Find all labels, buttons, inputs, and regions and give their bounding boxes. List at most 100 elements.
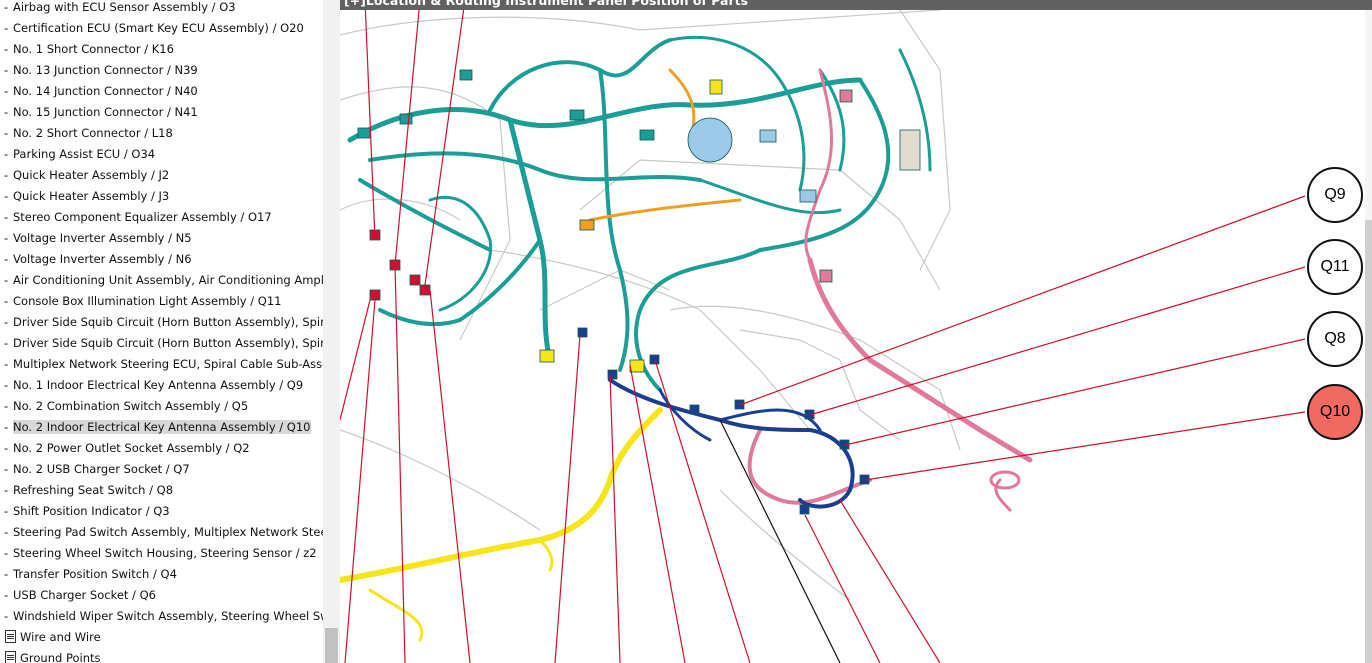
section-title[interactable]: [+]Location & Routing Instrument Panel P… xyxy=(344,0,748,8)
tree-folder[interactable]: Wire and Wire xyxy=(0,627,323,648)
tree-item-label: Multiplex Network Steering ECU, Spiral C… xyxy=(13,357,323,371)
tree-item[interactable]: - No. 2 Power Outlet Socket Assembly / Q2 xyxy=(0,438,323,459)
tree-item-bullet: - xyxy=(4,399,9,413)
tree-item[interactable]: - Windshield Wiper Switch Assembly, Steer… xyxy=(0,606,323,627)
tree-item-bullet: - xyxy=(4,483,9,497)
parts-tree-panel: - Airbag with ECU Sensor Assembly / O3- Ce… xyxy=(0,0,323,663)
tree-item-label: Airbag with ECU Sensor Assembly / O3 xyxy=(13,0,236,14)
tree-item-label: Refreshing Seat Switch / Q8 xyxy=(13,483,174,497)
tree-item[interactable]: - Voltage Inverter Assembly / N6 xyxy=(0,249,323,270)
tree-item-bullet: - xyxy=(4,441,9,455)
tree-folder-label: Ground Points xyxy=(20,651,101,663)
callout-q11[interactable]: Q11 xyxy=(1307,239,1363,295)
tree-item-bullet: - xyxy=(4,105,9,119)
tree-item-label: Voltage Inverter Assembly / N6 xyxy=(13,252,192,266)
tree-item-label: Parking Assist ECU / O34 xyxy=(13,147,156,161)
tree-item-bullet: - xyxy=(4,231,9,245)
callout-q9[interactable]: Q9 xyxy=(1307,167,1363,223)
panel-outline xyxy=(340,10,961,601)
tree-item-bullet: - xyxy=(4,504,9,518)
tree-item[interactable]: - No. 14 Junction Connector / N40 xyxy=(0,81,323,102)
callout-label: Q11 xyxy=(1320,258,1350,275)
tree-item-bullet: - xyxy=(4,546,9,560)
tree-item[interactable]: - No. 15 Junction Connector / N41 xyxy=(0,102,323,123)
tree-item[interactable]: - Parking Assist ECU / O34 xyxy=(0,144,323,165)
tree-item[interactable]: - No. 1 Short Connector / K16 xyxy=(0,39,323,60)
tree-item-label: Windshield Wiper Switch Assembly, Steeri… xyxy=(13,609,323,623)
tree-item-label: No. 15 Junction Connector / N41 xyxy=(13,105,198,119)
tree-item-bullet: - xyxy=(4,315,9,329)
tree-scrollbar-thumb[interactable] xyxy=(325,628,338,663)
pink-harness xyxy=(747,68,1033,512)
callout-label: Q10 xyxy=(1319,403,1351,420)
leader-lines xyxy=(340,10,1306,663)
tree-item-bullet: - xyxy=(4,42,9,56)
tree-item[interactable]: - USB Charger Socket / Q6 xyxy=(0,585,323,606)
tree-item-bullet: - xyxy=(4,63,9,77)
tree-item-bullet: - xyxy=(4,126,9,140)
tree-item[interactable]: - Stereo Component Equalizer Assembly / O… xyxy=(0,207,323,228)
tree-item-label: Console Box Illumination Light Assembly … xyxy=(13,294,282,308)
tree-item-label: No. 14 Junction Connector / N40 xyxy=(13,84,198,98)
tree-item[interactable]: - Multiplex Network Steering ECU, Spiral … xyxy=(0,354,323,375)
tree-item-bullet: - xyxy=(4,588,9,602)
tree-item-bullet: - xyxy=(4,210,9,224)
tree-item[interactable]: - Certification ECU (Smart Key ECU Assemb… xyxy=(0,18,323,39)
tree-item-bullet: - xyxy=(4,168,9,182)
tree-item-bullet: - xyxy=(4,84,9,98)
tree-item-label: USB Charger Socket / Q6 xyxy=(13,588,156,602)
callout-q8[interactable]: Q8 xyxy=(1307,311,1363,367)
tree-item[interactable]: - Driver Side Squib Circuit (Horn Button … xyxy=(0,333,323,354)
tree-folder[interactable]: Ground Points xyxy=(0,648,323,663)
tree-item-bullet: - xyxy=(4,294,9,308)
tree-item[interactable]: - No. 1 Indoor Electrical Key Antenna Ass… xyxy=(0,375,323,396)
tree-item-bullet: - xyxy=(4,420,9,434)
tree-item[interactable]: - Quick Heater Assembly / J2 xyxy=(0,165,323,186)
parts-tree: - Airbag with ECU Sensor Assembly / O3- Ce… xyxy=(0,0,323,663)
tree-item-label: Certification ECU (Smart Key ECU Assembl… xyxy=(13,21,304,35)
instrument-panel-diagram: Q9 Q11 Q8 Q10 xyxy=(340,10,1372,663)
tree-item[interactable]: - Driver Side Squib Circuit (Horn Button … xyxy=(0,312,323,333)
tree-item-label: Air Conditioning Unit Assembly, Air Cond… xyxy=(13,273,323,287)
tree-item[interactable]: - Quick Heater Assembly / J3 xyxy=(0,186,323,207)
tree-item-label: Steering Wheel Switch Housing, Steering … xyxy=(13,546,317,560)
tree-item-label: Steering Pad Switch Assembly, Multiplex … xyxy=(13,525,323,539)
tree-item-bullet: - xyxy=(4,189,9,203)
tree-item[interactable]: - No. 13 Junction Connector / N39 xyxy=(0,60,323,81)
diagram-scrollbar-thumb[interactable] xyxy=(1365,220,1372,663)
tree-item[interactable]: - Steering Wheel Switch Housing, Steering… xyxy=(0,543,323,564)
tree-scrollbar[interactable] xyxy=(323,0,340,663)
tree-item-bullet: - xyxy=(4,336,9,350)
tree-item-label: No. 2 Combination Switch Assembly / Q5 xyxy=(13,399,249,413)
tree-item[interactable]: - No. 2 Short Connector / L18 xyxy=(0,123,323,144)
tree-item-bullet: - xyxy=(4,252,9,266)
tree-item-bullet: - xyxy=(4,378,9,392)
callout-label: Q8 xyxy=(1324,330,1346,347)
tree-item[interactable]: - No. 2 Indoor Electrical Key Antenna Ass… xyxy=(0,417,323,438)
tree-item-bullet: - xyxy=(4,609,9,623)
tree-item[interactable]: - No. 2 USB Charger Socket / Q7 xyxy=(0,459,323,480)
callout-label: Q9 xyxy=(1324,186,1346,203)
tree-item[interactable]: - Console Box Illumination Light Assembly… xyxy=(0,291,323,312)
tree-item-bullet: - xyxy=(4,462,9,476)
tree-item-bullet: - xyxy=(4,567,9,581)
tree-item[interactable]: - Refreshing Seat Switch / Q8 xyxy=(0,480,323,501)
tree-item-bullet: - xyxy=(4,21,9,35)
tree-item-bullet: - xyxy=(4,525,9,539)
callout-q10[interactable]: Q10 xyxy=(1307,384,1363,440)
tree-item-label: Voltage Inverter Assembly / N5 xyxy=(13,231,192,245)
tree-item[interactable]: - Air Conditioning Unit Assembly, Air Con… xyxy=(0,270,323,291)
tree-item[interactable]: - Transfer Position Switch / Q4 xyxy=(0,564,323,585)
tree-item[interactable]: - Shift Position Indicator / Q3 xyxy=(0,501,323,522)
tree-item-label: No. 13 Junction Connector / N39 xyxy=(13,63,198,77)
document-icon xyxy=(5,651,16,663)
tree-item-label: No. 1 Indoor Electrical Key Antenna Asse… xyxy=(13,378,304,392)
tree-item[interactable]: - Steering Pad Switch Assembly, Multiplex… xyxy=(0,522,323,543)
tree-item[interactable]: - Voltage Inverter Assembly / N5 xyxy=(0,228,323,249)
tree-item[interactable]: - No. 2 Combination Switch Assembly / Q5 xyxy=(0,396,323,417)
tree-item-label: No. 1 Short Connector / K16 xyxy=(13,42,174,56)
tree-item-label: No. 2 USB Charger Socket / Q7 xyxy=(13,462,190,476)
tree-item-label: Quick Heater Assembly / J3 xyxy=(13,189,170,203)
tree-item[interactable]: - Airbag with ECU Sensor Assembly / O3 xyxy=(0,0,323,18)
connector-blocks xyxy=(357,69,1021,515)
